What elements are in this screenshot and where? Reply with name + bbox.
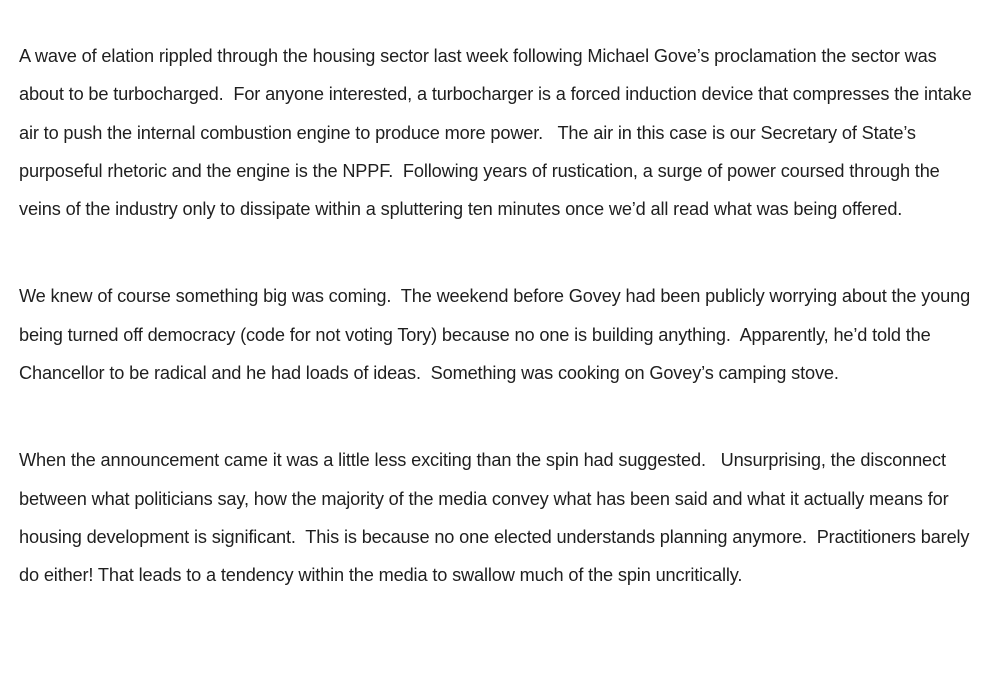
article-body: A wave of elation rippled through the ho… (19, 37, 984, 644)
article-paragraph: We knew of course something big was comi… (19, 286, 975, 384)
article-paragraph: A wave of elation rippled through the ho… (19, 46, 977, 220)
article-paragraph: When the announcement came it was a litt… (19, 450, 975, 586)
